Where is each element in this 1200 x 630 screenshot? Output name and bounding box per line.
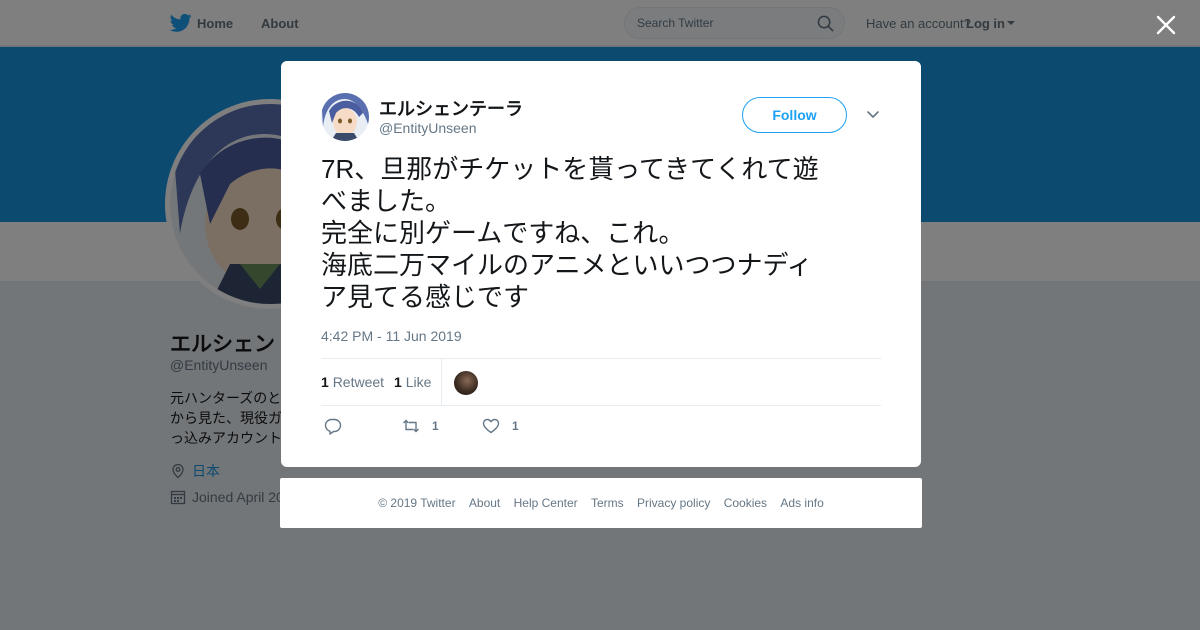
footer-links: © 2019 Twitter About Help Center Terms P…	[280, 496, 922, 510]
reply-icon	[324, 418, 342, 435]
footer-link-ads-info[interactable]: Ads info	[780, 496, 823, 510]
tweet-timestamp[interactable]: 4:42 PM - 11 Jun 2019	[321, 328, 462, 344]
tweet-text-line: 完全に別ゲームですね、これ。	[321, 218, 685, 248]
tweet-author-name[interactable]: エルシェンテーラ	[379, 95, 523, 121]
chevron-down-icon[interactable]	[866, 110, 880, 120]
modal-footer: © 2019 Twitter About Help Center Terms P…	[280, 478, 922, 528]
like-action-count: 1	[512, 419, 519, 433]
stats-divider	[441, 359, 442, 405]
like-stat[interactable]: 1 Like	[394, 374, 431, 390]
tweet-text-line: 海底二万マイルのアニメといいつつナディ	[321, 250, 813, 280]
retweet-action-count: 1	[432, 419, 439, 433]
liker-avatar[interactable]	[454, 371, 478, 395]
retweet-button[interactable]: 1	[402, 417, 439, 435]
reply-button[interactable]	[324, 417, 342, 435]
retweet-stat[interactable]: 1 Retweet	[321, 374, 384, 390]
footer-link-terms[interactable]: Terms	[591, 496, 624, 510]
tweet-text: 7R、旦那がチケットを貰ってきてくれて遊 べました。 完全に別ゲームですね、これ…	[321, 153, 881, 313]
like-stat-count: 1	[394, 374, 402, 390]
footer-copyright: © 2019 Twitter	[378, 496, 456, 510]
tweet-actions: 1 1	[321, 417, 881, 437]
tweet-text-line: 7R、旦那がチケットを貰ってきてくれて遊	[321, 154, 819, 184]
footer-link-cookies[interactable]: Cookies	[724, 496, 767, 510]
tweet-author-handle[interactable]: @EntityUnseen	[379, 120, 476, 136]
like-button[interactable]: 1	[482, 417, 519, 435]
tweet-author-avatar[interactable]	[321, 93, 369, 141]
tweet-text-line: ア見てる感じです	[321, 282, 530, 312]
close-icon[interactable]	[1153, 12, 1179, 38]
like-stat-label: Like	[405, 374, 432, 390]
retweet-icon	[403, 419, 419, 433]
retweet-stat-label: Retweet	[332, 374, 385, 390]
tweet-text-line: べました。	[321, 186, 452, 216]
retweet-stat-count: 1	[321, 374, 329, 390]
heart-icon	[482, 418, 500, 434]
author-avatar-image	[321, 93, 369, 141]
tweet-stats: 1 Retweet 1 Like	[321, 358, 881, 406]
footer-link-about[interactable]: About	[469, 496, 500, 510]
footer-link-privacy[interactable]: Privacy policy	[637, 496, 710, 510]
follow-button[interactable]: Follow	[742, 97, 847, 133]
footer-link-help-center[interactable]: Help Center	[514, 496, 578, 510]
tweet-modal: エルシェンテーラ @EntityUnseen Follow 7R、旦那がチケット…	[281, 61, 921, 467]
